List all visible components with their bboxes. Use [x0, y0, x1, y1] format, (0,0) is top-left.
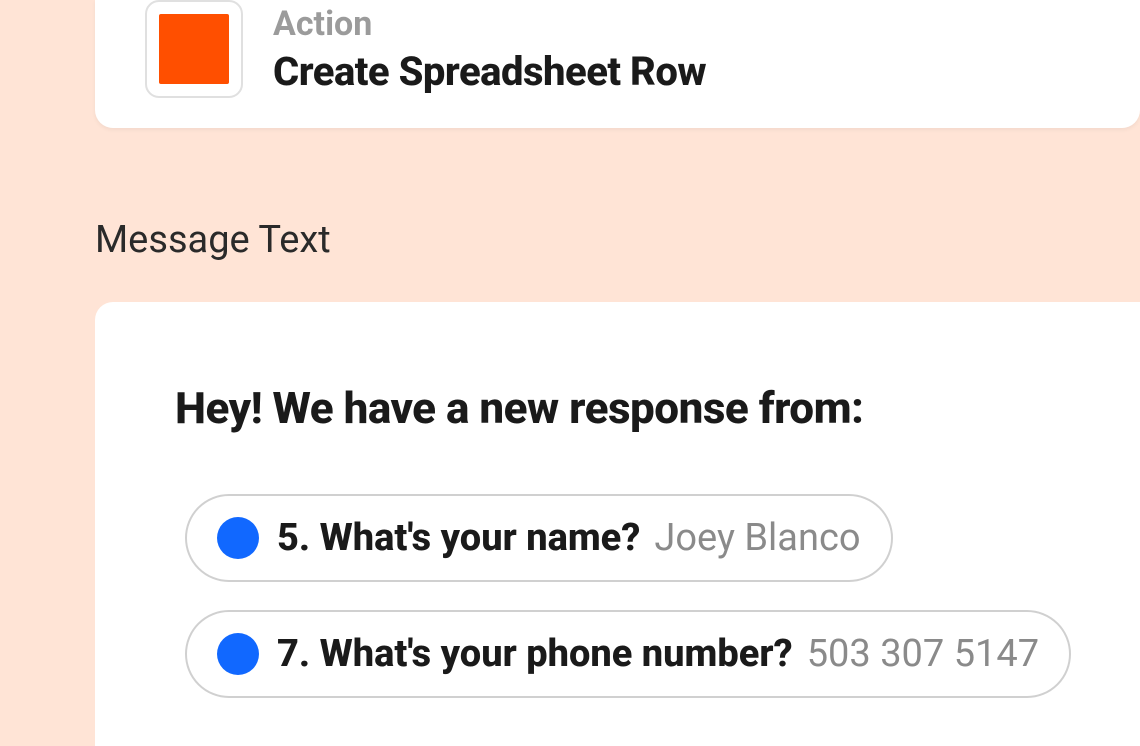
message-heading: Hey! We have a new response from: — [175, 382, 1080, 434]
action-label: Action — [273, 4, 706, 44]
pill-text: 5. What's your name? Joey Blanco — [277, 516, 861, 560]
app-icon — [159, 14, 229, 84]
action-card[interactable]: Action Create Spreadsheet Row — [95, 0, 1140, 128]
pill-answer: Joey Blanco — [654, 516, 860, 560]
pill-dot-icon — [217, 633, 259, 675]
pill-question: 7. What's your phone number? — [277, 632, 793, 676]
message-card: Hey! We have a new response from: 5. Wha… — [95, 302, 1140, 746]
pill-question: 5. What's your name? — [277, 516, 640, 560]
response-pill[interactable]: 5. What's your name? Joey Blanco — [185, 494, 893, 582]
app-icon-wrapper — [145, 0, 243, 98]
response-pill[interactable]: 7. What's your phone number? 503 307 514… — [185, 610, 1071, 698]
pill-answer: 503 307 5147 — [807, 632, 1039, 676]
action-title: Create Spreadsheet Row — [273, 48, 706, 95]
action-text: Action Create Spreadsheet Row — [273, 4, 706, 95]
section-label: Message Text — [95, 218, 1140, 262]
pill-text: 7. What's your phone number? 503 307 514… — [277, 632, 1039, 676]
pill-dot-icon — [217, 517, 259, 559]
